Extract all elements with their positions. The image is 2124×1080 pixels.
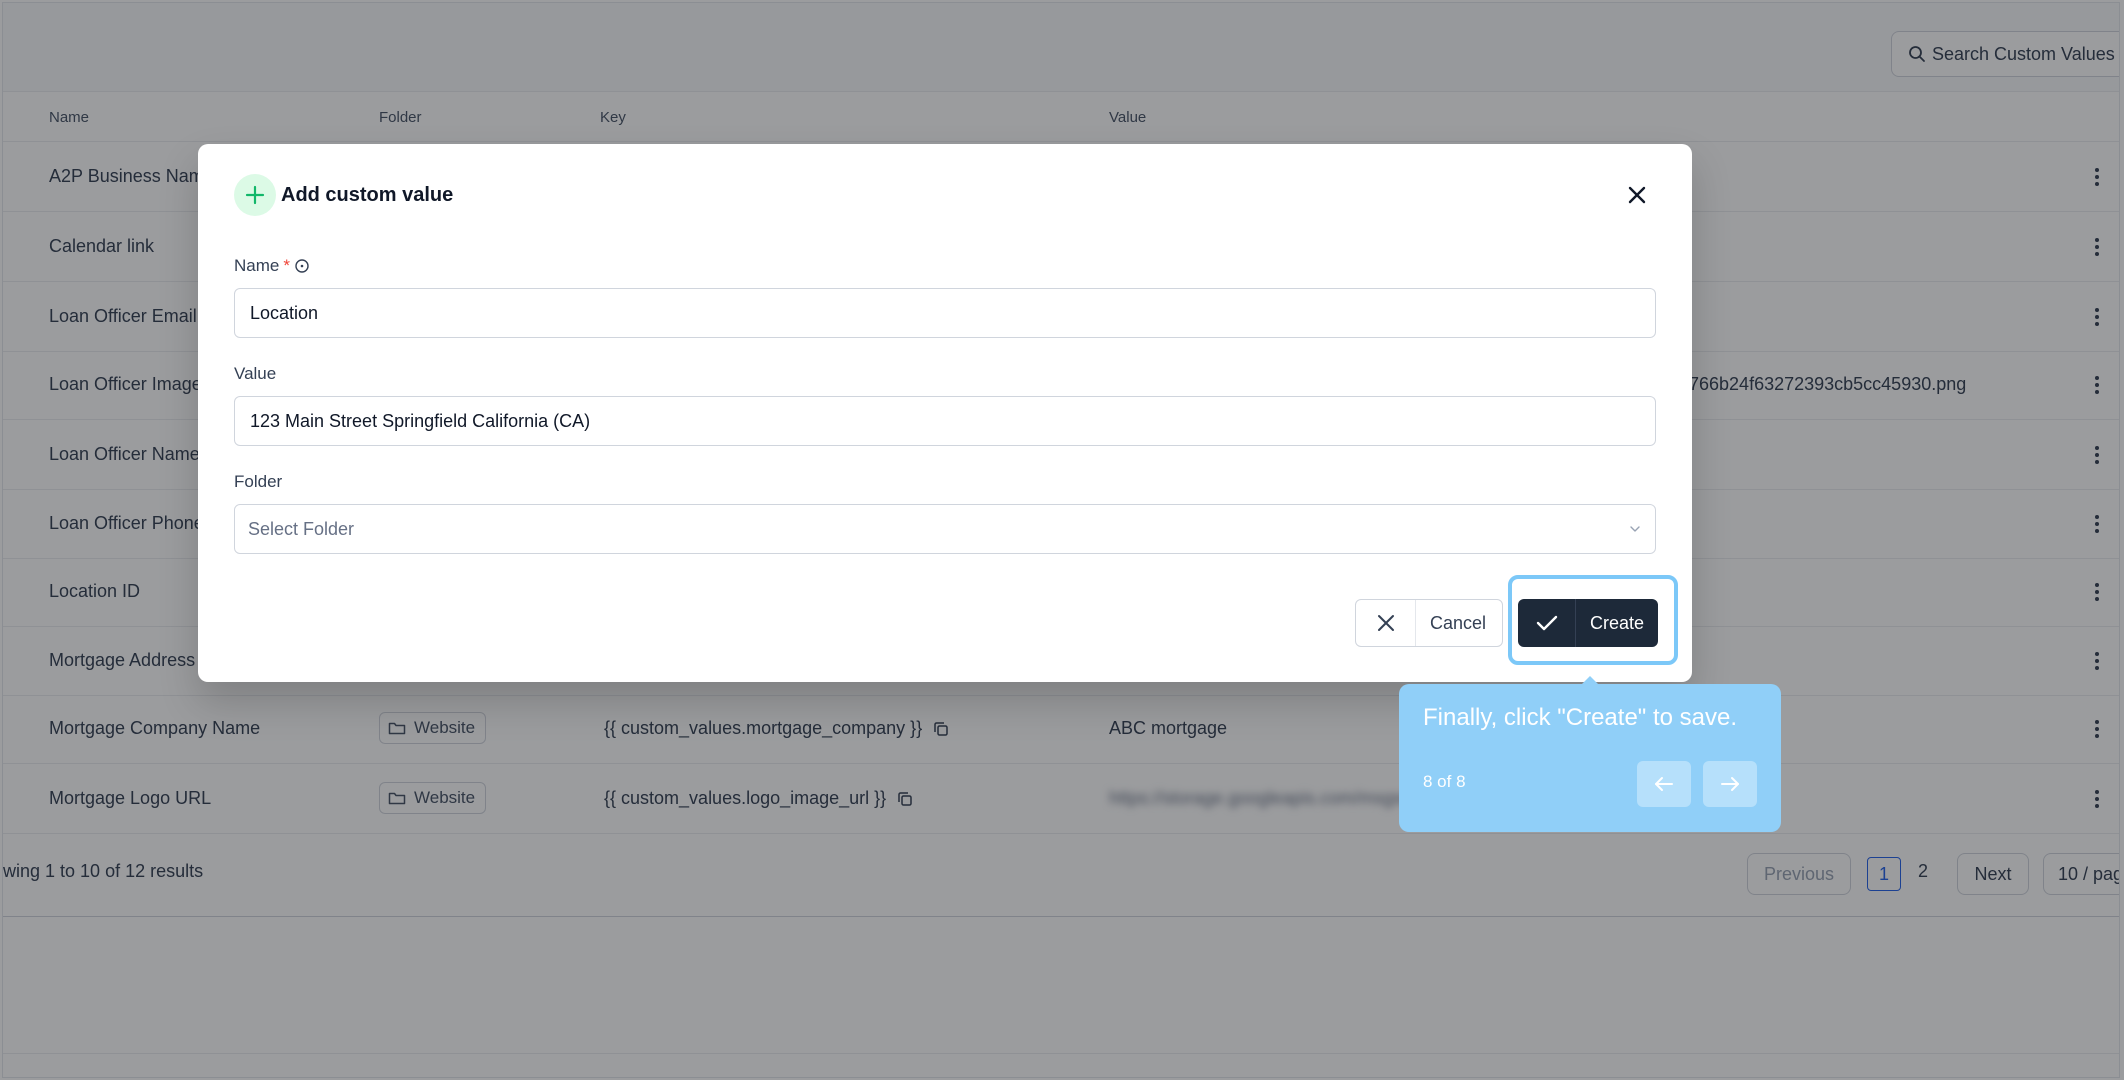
arrow-right-icon: [1721, 777, 1739, 791]
tour-tooltip: Finally, click "Create" to save. 8 of 8: [1399, 684, 1781, 832]
folder-select[interactable]: Select Folder: [234, 504, 1656, 554]
value-label: Value: [234, 364, 277, 383]
value-field[interactable]: [234, 396, 1656, 446]
create-button[interactable]: Create: [1518, 599, 1658, 647]
check-icon: [1518, 599, 1576, 647]
tooltip-message: Finally, click "Create" to save.: [1423, 704, 1738, 731]
name-field[interactable]: [234, 288, 1656, 338]
create-label: Create: [1590, 612, 1645, 633]
tour-previous-button[interactable]: [1637, 761, 1691, 807]
info-icon[interactable]: [294, 258, 310, 274]
close-icon: [1356, 600, 1416, 646]
dialog-title: Add custom value: [281, 184, 454, 206]
folder-label: Folder: [234, 472, 283, 491]
cancel-label: Cancel: [1430, 612, 1487, 633]
add-custom-value-dialog: Add custom value Name * Value Folder Sel…: [198, 144, 1692, 682]
name-label: Name *: [234, 256, 310, 276]
arrow-left-icon: [1655, 777, 1673, 791]
tour-next-button[interactable]: [1703, 761, 1757, 807]
chevron-down-icon: [1630, 526, 1640, 532]
folder-placeholder: Select Folder: [248, 518, 355, 539]
plus-icon: [234, 174, 276, 216]
tooltip-step-counter: 8 of 8: [1423, 772, 1466, 791]
required-marker: *: [283, 256, 290, 275]
close-button[interactable]: [1622, 180, 1652, 210]
name-label-text: Name: [234, 256, 280, 275]
cancel-button[interactable]: Cancel: [1355, 599, 1503, 647]
close-icon: [1628, 186, 1646, 204]
